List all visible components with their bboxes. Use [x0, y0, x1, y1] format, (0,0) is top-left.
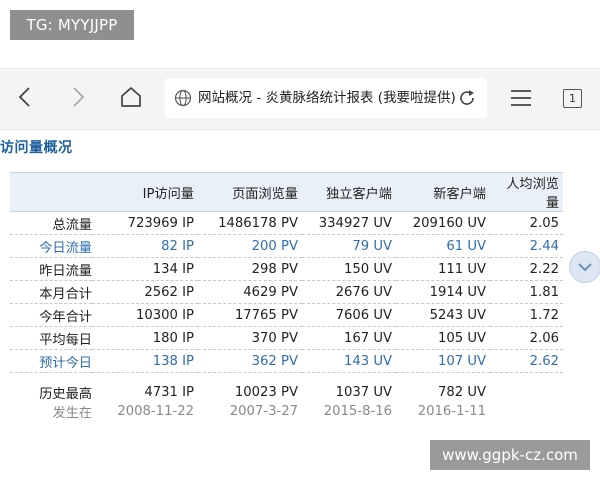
table-cell: 1486178 PV	[198, 211, 302, 235]
table-cell	[490, 383, 563, 402]
table-cell: 4731 IP	[144, 385, 194, 400]
table-cell: 334927 UV	[302, 211, 396, 235]
section-title: 访问量概况	[0, 140, 73, 156]
table-row: 平均每日 180 IP 370 PV 167 UV 105 UV 2.06	[10, 326, 563, 350]
table-cell: 1.72	[490, 303, 563, 327]
table-row: 预计今日 138 IP 362 PV 143 UV 107 UV 2.62	[10, 349, 563, 373]
watermark-top: TG: MYYJJPP	[10, 10, 134, 40]
row-label: 总流量	[10, 211, 92, 235]
table-cell: 138 IP	[92, 349, 198, 373]
occurred-on-row: 发生在 2008-11-22 2007-3-27 2015-8-16 2016-1-11	[10, 402, 563, 421]
tabs-count: 1	[569, 92, 576, 105]
table-cell: 2.06	[490, 326, 563, 350]
table-cell: 362 PV	[198, 349, 302, 373]
table-row: 昨日流量 134 IP 298 PV 150 UV 111 UV 2.22	[10, 257, 563, 281]
table-cell: 180 IP	[92, 326, 198, 350]
table-cell: 2007-3-27	[229, 404, 298, 419]
table-cell: 167 UV	[302, 326, 396, 350]
table-cell: 17765 PV	[198, 303, 302, 327]
table-spacer	[10, 373, 563, 384]
header-cell: 独立客户端	[302, 172, 396, 212]
table-cell: 1.81	[490, 280, 563, 304]
table-cell: 298 PV	[198, 257, 302, 281]
row-label: 发生在	[52, 406, 92, 421]
table-cell: 10300 IP	[92, 303, 198, 327]
table-cell: 2562 IP	[92, 280, 198, 304]
header-cell: 人均浏览量	[490, 172, 563, 212]
table-cell: 107 UV	[396, 349, 490, 373]
table-cell: 2016-1-11	[417, 404, 486, 419]
row-label: 预计今日	[10, 349, 92, 373]
page-title: 网站概况 - 炎黄脉络统计报表 (我要啦提供)	[198, 90, 456, 106]
table-cell: 370 PV	[198, 326, 302, 350]
table-cell: 2.44	[490, 234, 563, 258]
table-cell: 134 IP	[92, 257, 198, 281]
table-cell: 61 UV	[396, 234, 490, 258]
side-float-button[interactable]	[569, 251, 600, 283]
table-cell: 143 UV	[302, 349, 396, 373]
table-row: 今年合计 10300 IP 17765 PV 7606 UV 5243 UV 1.72	[10, 303, 563, 327]
tabs-button[interactable]: 1	[563, 89, 582, 108]
table-cell: 1037 UV	[335, 385, 392, 400]
table-cell: 2.22	[490, 257, 563, 281]
table-header-row: IP访问量 页面浏览量 独立客户端 新客户端 人均浏览量	[10, 172, 563, 212]
table-row: 总流量 723969 IP 1486178 PV 334927 UV 209160 UV…	[10, 211, 563, 235]
traffic-stats-table: IP访问量 页面浏览量 独立客户端 新客户端 人均浏览量 总流量 723969 I…	[10, 172, 563, 421]
table-cell: 79 UV	[302, 234, 396, 258]
table-cell: 105 UV	[396, 326, 490, 350]
table-cell: 7606 UV	[302, 303, 396, 327]
table-cell: 2015-8-16	[323, 404, 392, 419]
header-cell: IP访问量	[92, 172, 198, 212]
table-cell: 5243 UV	[396, 303, 490, 327]
home-button[interactable]	[116, 82, 146, 112]
spacer-cell	[10, 373, 563, 384]
table-cell: 2676 UV	[302, 280, 396, 304]
table-cell: 2008-11-22	[117, 404, 194, 419]
table-cell: 782 UV	[437, 385, 486, 400]
table-cell: 1914 UV	[396, 280, 490, 304]
forward-icon	[73, 87, 85, 107]
globe-icon	[174, 89, 192, 107]
watermark-bottom: www.ggpk-cz.com	[430, 440, 590, 470]
row-label: 历史最高	[39, 387, 92, 402]
table-cell: 209160 UV	[396, 211, 490, 235]
browser-toolbar: 网站概况 - 炎黄脉络统计报表 (我要啦提供) 1	[0, 68, 600, 130]
back-button[interactable]	[10, 82, 40, 112]
row-label: 昨日流量	[10, 257, 92, 281]
row-label: 今日流量	[10, 234, 92, 258]
header-cell: 新客户端	[396, 172, 490, 212]
chevron-down-icon	[578, 263, 592, 272]
table-cell: 200 PV	[198, 234, 302, 258]
table-cell: 150 UV	[302, 257, 396, 281]
table-cell: 2.05	[490, 211, 563, 235]
history-max-row: 历史最高 4731 IP 10023 PV 1037 UV 782 UV	[10, 383, 563, 402]
table-cell: 2.62	[490, 349, 563, 373]
row-label: 本月合计	[10, 280, 92, 304]
row-label: 平均每日	[10, 326, 92, 350]
menu-icon[interactable]	[508, 85, 534, 111]
table-cell: 82 IP	[92, 234, 198, 258]
home-icon	[121, 87, 141, 107]
reload-icon[interactable]	[457, 88, 477, 108]
header-cell: 页面浏览量	[198, 172, 302, 212]
header-cell	[10, 172, 92, 212]
forward-button[interactable]	[63, 82, 93, 112]
table-cell	[490, 402, 563, 421]
table-cell: 723969 IP	[92, 211, 198, 235]
address-bar[interactable]: 网站概况 - 炎黄脉络统计报表 (我要啦提供)	[165, 78, 487, 118]
table-row: 今日流量 82 IP 200 PV 79 UV 61 UV 2.44	[10, 234, 563, 258]
table-row: 本月合计 2562 IP 4629 PV 2676 UV 1914 UV 1.81	[10, 280, 563, 304]
table-cell: 4629 PV	[198, 280, 302, 304]
table-cell: 111 UV	[396, 257, 490, 281]
row-label: 今年合计	[10, 303, 92, 327]
back-icon	[18, 87, 30, 107]
table-cell: 10023 PV	[234, 385, 298, 400]
